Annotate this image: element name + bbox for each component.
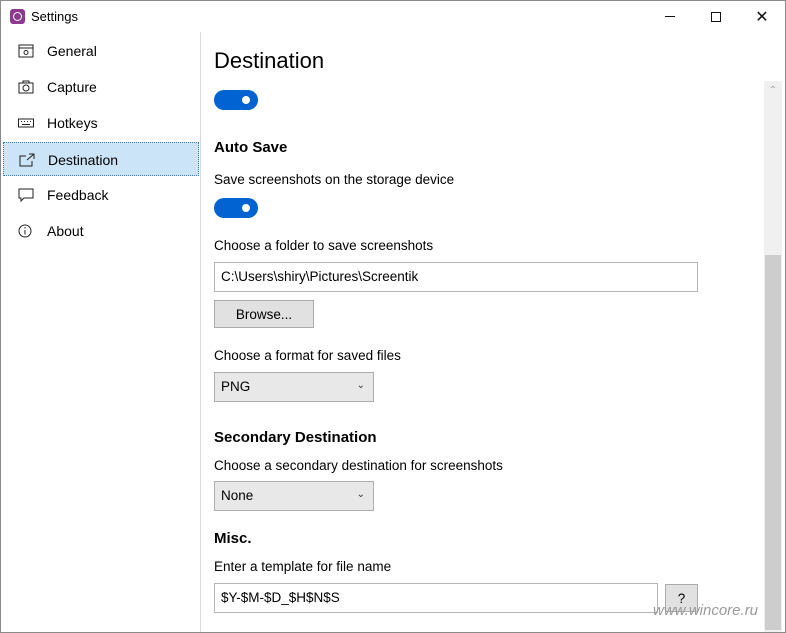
title-bar[interactable]: Settings ✕ bbox=[1, 1, 785, 32]
auto-save-toggle[interactable] bbox=[214, 198, 258, 218]
scroll-up-icon[interactable]: ⌃ bbox=[764, 81, 782, 99]
maximize-button[interactable] bbox=[693, 1, 739, 32]
sidebar-item-label: General bbox=[47, 43, 97, 59]
settings-window: Settings ✕ General Capture Hotkeys Desti… bbox=[0, 0, 786, 633]
destination-toggle[interactable] bbox=[214, 90, 258, 110]
vertical-scrollbar[interactable]: ⌃ bbox=[764, 81, 782, 632]
secondary-destination-value: None bbox=[221, 488, 254, 503]
format-select-value: PNG bbox=[221, 379, 251, 394]
format-select[interactable]: PNG ⌄ bbox=[214, 372, 374, 402]
keyboard-icon bbox=[18, 118, 34, 128]
folder-label: Choose a folder to save screenshots bbox=[214, 238, 434, 253]
app-icon bbox=[10, 9, 25, 24]
minimize-button[interactable] bbox=[647, 1, 693, 32]
general-settings-icon bbox=[18, 44, 34, 58]
sidebar-item-label: Destination bbox=[48, 152, 119, 168]
chevron-down-icon: ⌄ bbox=[356, 489, 365, 500]
info-icon bbox=[18, 224, 32, 238]
close-button[interactable]: ✕ bbox=[739, 1, 785, 32]
page-title: Destination bbox=[214, 48, 325, 73]
browse-button[interactable]: Browse... bbox=[214, 300, 314, 328]
chevron-down-icon: ⌄ bbox=[356, 380, 365, 391]
feedback-icon bbox=[18, 188, 34, 202]
sidebar-item-label: About bbox=[47, 223, 84, 239]
auto-save-heading: Auto Save bbox=[214, 139, 288, 156]
sidebar-item-feedback[interactable]: Feedback bbox=[3, 178, 199, 212]
sidebar-item-label: Capture bbox=[47, 79, 97, 95]
file-name-template-input[interactable]: $Y-$M-$D_$H$N$S bbox=[214, 583, 658, 613]
scrollbar-thumb[interactable] bbox=[765, 255, 781, 630]
watermark: www.wincore.ru bbox=[653, 602, 759, 619]
sidebar-item-general[interactable]: General bbox=[3, 34, 199, 68]
maximize-icon bbox=[711, 11, 721, 22]
export-icon bbox=[19, 153, 35, 167]
camera-icon bbox=[18, 80, 34, 94]
sidebar-item-destination[interactable]: Destination bbox=[3, 142, 199, 176]
sidebar-item-hotkeys[interactable]: Hotkeys bbox=[3, 106, 199, 140]
sidebar-item-label: Hotkeys bbox=[47, 115, 98, 131]
secondary-destination-heading: Secondary Destination bbox=[214, 429, 377, 446]
sidebar-item-label: Feedback bbox=[47, 187, 109, 203]
secondary-destination-select[interactable]: None ⌄ bbox=[214, 481, 374, 511]
sidebar-item-about[interactable]: About bbox=[3, 214, 199, 248]
file-name-template-label: Enter a template for file name bbox=[214, 559, 392, 574]
format-label: Choose a format for saved files bbox=[214, 348, 401, 363]
misc-heading: Misc. bbox=[214, 530, 252, 547]
auto-save-label: Save screenshots on the storage device bbox=[214, 172, 455, 187]
folder-path-input[interactable]: C:\Users\shiry\Pictures\Screentik bbox=[214, 262, 698, 292]
close-icon: ✕ bbox=[755, 8, 769, 26]
destination-panel: Destination Auto Save Save screenshots o… bbox=[202, 32, 764, 632]
sidebar-item-capture[interactable]: Capture bbox=[3, 70, 199, 104]
window-title: Settings bbox=[31, 9, 78, 24]
secondary-destination-label: Choose a secondary destination for scree… bbox=[214, 458, 503, 473]
sidebar: General Capture Hotkeys Destination Feed… bbox=[1, 32, 201, 632]
minimize-icon bbox=[665, 16, 675, 17]
